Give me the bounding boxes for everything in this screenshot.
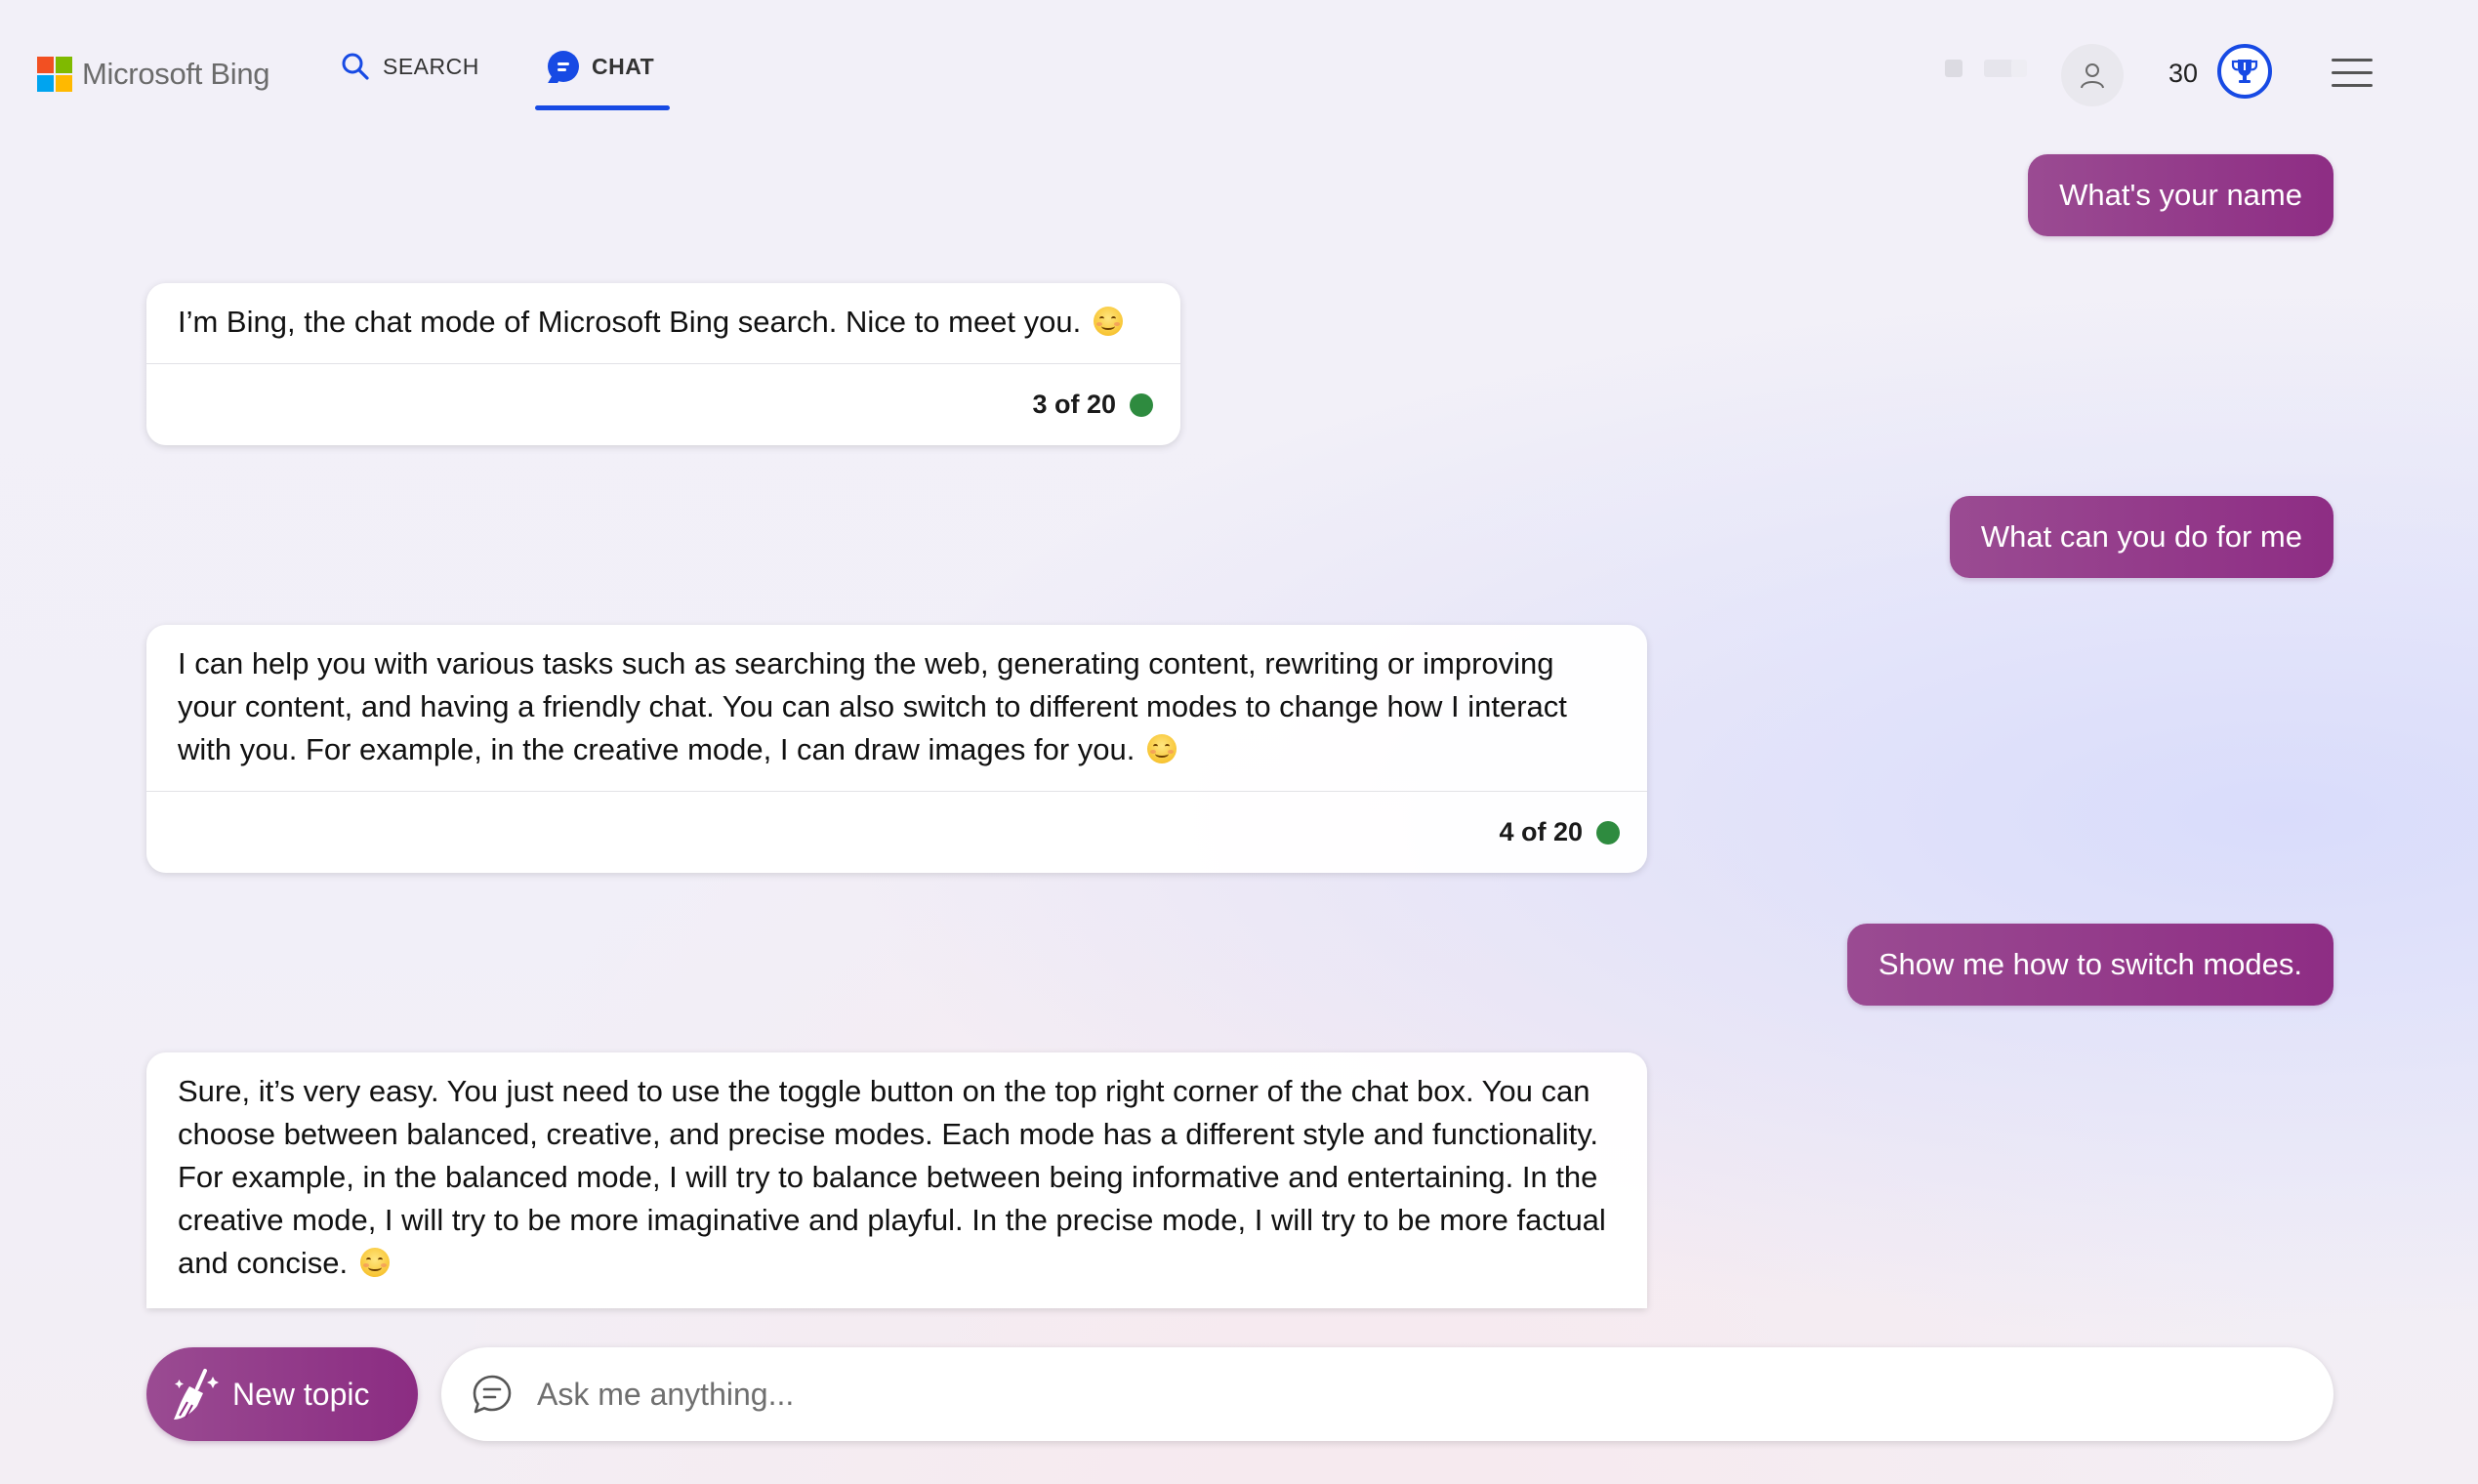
turn-counter: 3 of 20 (1032, 390, 1116, 419)
bot-message-footer: 4 of 20 (146, 791, 1647, 873)
hamburger-menu-icon (2332, 59, 2373, 62)
chat-bubble-icon (473, 1375, 512, 1414)
broom-icon (174, 1369, 219, 1420)
bot-message-text: I’m Bing, the chat mode of Microsoft Bin… (178, 305, 1082, 339)
bot-message-body: I can help you with various tasks such a… (146, 625, 1647, 791)
user-message: Show me how to switch modes. (1846, 924, 2333, 1006)
user-icon (2081, 63, 2104, 89)
bot-message-body: I’m Bing, the chat mode of Microsoft Bin… (146, 283, 1180, 363)
user-message-text: What's your name (2059, 178, 2302, 212)
tab-chat[interactable]: CHAT (548, 51, 654, 82)
bot-message: I’m Bing, the chat mode of Microsoft Bin… (146, 283, 1180, 445)
rewards-points[interactable]: 30 (2168, 59, 2198, 89)
active-tab-indicator (535, 105, 670, 110)
search-icon (342, 53, 369, 80)
tab-search-label: SEARCH (383, 53, 479, 79)
user-message: What's your name (2028, 154, 2333, 236)
user-message-text: Show me how to switch modes. (1878, 947, 2302, 981)
user-message-text: What can you do for me (1980, 519, 2302, 554)
avatar[interactable] (2061, 44, 2124, 106)
redacted-username (1943, 57, 2031, 80)
trophy-icon (2231, 60, 2258, 83)
bot-message-body: Sure, it’s very easy. You just need to u… (146, 1052, 1647, 1304)
status-dot-icon (1596, 820, 1620, 845)
status-dot-icon (1130, 392, 1153, 417)
ask-input[interactable] (535, 1375, 2199, 1414)
bing-logo[interactable]: Microsoft Bing (37, 57, 270, 92)
bot-message-text: I can help you with various tasks such a… (178, 646, 1567, 766)
smiling-face-emoji-icon (1093, 307, 1123, 336)
hamburger-menu-button[interactable] (2332, 59, 2373, 88)
top-bar: Microsoft Bing SEARCH CHAT 30 (0, 0, 2478, 137)
smiling-face-emoji-icon (1147, 734, 1177, 763)
microsoft-logo-icon (37, 57, 72, 92)
tab-chat-label: CHAT (592, 53, 655, 79)
tab-search[interactable]: SEARCH (340, 51, 479, 82)
new-topic-label: New topic (232, 1376, 370, 1412)
bot-message-footer: 3 of 20 (146, 363, 1180, 445)
smiling-face-emoji-icon (359, 1248, 390, 1277)
bot-message: Sure, it’s very easy. You just need to u… (146, 1052, 1647, 1308)
new-topic-button[interactable]: New topic (146, 1347, 418, 1441)
rewards-button[interactable] (2217, 44, 2272, 99)
brand-name: Microsoft Bing (82, 57, 270, 91)
bot-message: I can help you with various tasks such a… (146, 625, 1647, 873)
bot-message-text: Sure, it’s very easy. You just need to u… (178, 1074, 1606, 1280)
chat-icon (548, 51, 579, 82)
user-message: What can you do for me (1949, 496, 2333, 578)
chat-composer[interactable] (441, 1347, 2333, 1441)
turn-counter: 4 of 20 (1499, 817, 1583, 846)
